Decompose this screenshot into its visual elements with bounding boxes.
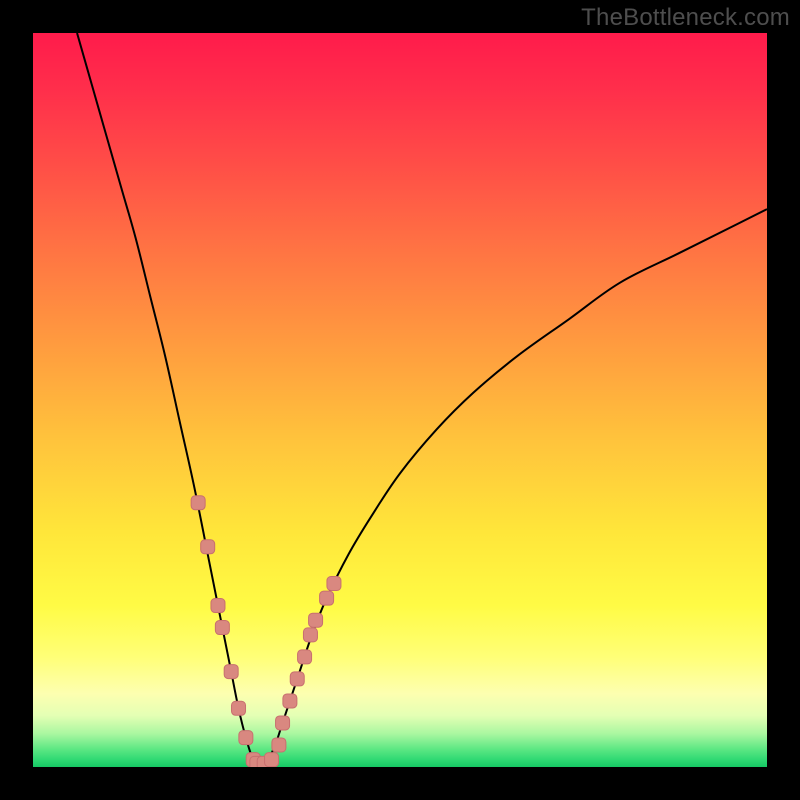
data-marker: [215, 621, 229, 635]
data-marker: [224, 665, 238, 679]
data-marker: [232, 701, 246, 715]
data-marker: [265, 753, 279, 767]
chart-frame: TheBottleneck.com: [0, 0, 800, 800]
data-marker: [239, 731, 253, 745]
data-marker: [283, 694, 297, 708]
chart-svg: [33, 33, 767, 767]
data-marker: [211, 599, 225, 613]
data-marker: [320, 591, 334, 605]
data-marker: [298, 650, 312, 664]
bottleneck-chart: [33, 33, 767, 767]
data-marker: [272, 738, 286, 752]
watermark-text: TheBottleneck.com: [581, 4, 790, 32]
chart-background: [33, 33, 767, 767]
data-marker: [201, 540, 215, 554]
data-marker: [327, 577, 341, 591]
data-marker: [303, 628, 317, 642]
data-marker: [276, 716, 290, 730]
data-marker: [191, 496, 205, 510]
data-marker: [290, 672, 304, 686]
data-marker: [309, 613, 323, 627]
